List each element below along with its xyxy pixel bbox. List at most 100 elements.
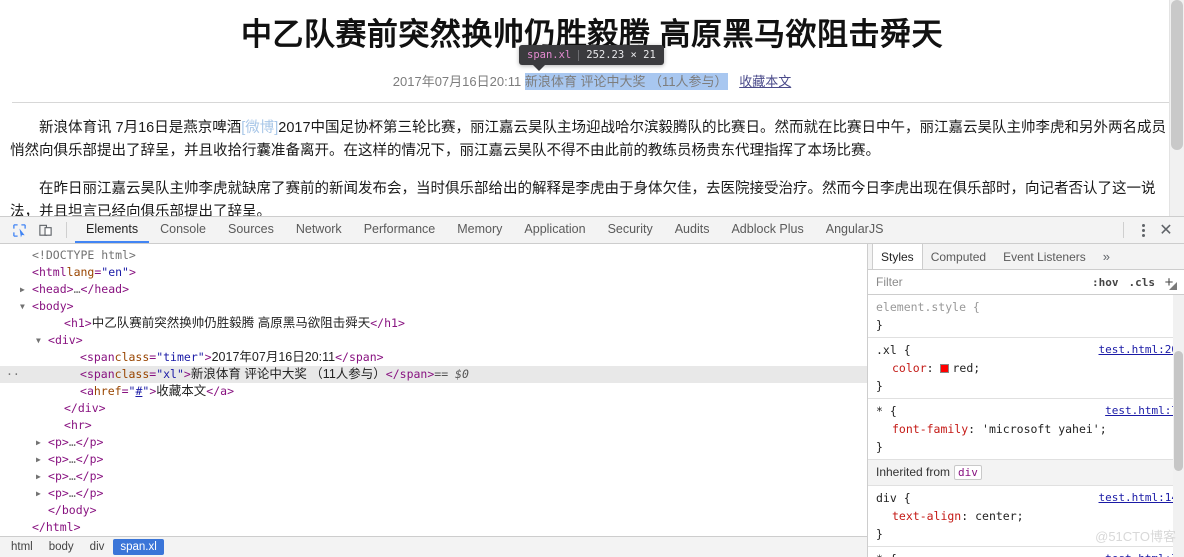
tab-application[interactable]: Application bbox=[513, 217, 596, 243]
dom-token-punct: > bbox=[61, 435, 69, 449]
inspect-element-icon[interactable] bbox=[6, 218, 32, 242]
styles-rules-list[interactable]: element.style {} .xl { test.html:20 color: … bbox=[868, 295, 1184, 557]
inherited-label: Inherited from bbox=[876, 465, 951, 479]
dom-tree-row[interactable]: ··</div> bbox=[0, 400, 867, 417]
chevron-right-icon[interactable]: ▶ bbox=[36, 485, 46, 502]
article-body: 新浪体育讯 7月16日是燕京啤酒[微博]2017中国足协杯第三轮比赛，丽江嘉云昊… bbox=[0, 117, 1184, 216]
style-rule-2[interactable]: * {test.html:7 font-family: 'microsoft ya… bbox=[868, 399, 1184, 460]
style-rule-1[interactable]: .xl {test.html:20 color: red;} bbox=[868, 338, 1184, 399]
style-rule-source-link[interactable]: test.html:7 bbox=[1105, 550, 1178, 557]
style-rule-source-link[interactable]: test.html:14 bbox=[1099, 489, 1178, 507]
styles-scrollbar[interactable] bbox=[1173, 295, 1184, 557]
tab-security[interactable]: Security bbox=[597, 217, 664, 243]
tab-audits[interactable]: Audits bbox=[664, 217, 721, 243]
style-rule-selector[interactable]: div { bbox=[876, 489, 911, 507]
page-scrollbar-thumb[interactable] bbox=[1171, 0, 1183, 150]
style-rule-source-link[interactable]: test.html:20 bbox=[1099, 341, 1178, 359]
declaration-value[interactable]: center; bbox=[975, 509, 1023, 523]
chevron-down-icon[interactable]: ▼ bbox=[20, 298, 30, 315]
dom-token-punct: </ bbox=[80, 282, 95, 296]
breadcrumb-item-body[interactable]: body bbox=[42, 539, 81, 555]
tab-sources[interactable]: Sources bbox=[217, 217, 285, 243]
dom-tree-row[interactable]: ··<hr> bbox=[0, 417, 867, 434]
color-swatch-icon[interactable] bbox=[940, 364, 950, 373]
tab-network[interactable]: Network bbox=[285, 217, 353, 243]
chevron-right-icon[interactable]: ▶ bbox=[36, 468, 46, 485]
style-declaration[interactable]: font-family: 'microsoft yahei'; bbox=[876, 420, 1184, 438]
tab-event-listeners[interactable]: Event Listeners bbox=[995, 244, 1095, 269]
dom-tree-row[interactable]: ··<span class="timer">2017年07月16日20:11</… bbox=[0, 349, 867, 366]
breadcrumb-item-div[interactable]: div bbox=[83, 539, 112, 555]
more-options-icon[interactable] bbox=[1132, 219, 1154, 241]
declaration-property[interactable]: font-family bbox=[892, 422, 968, 436]
article-divider bbox=[12, 101, 1172, 103]
dom-tree[interactable]: ··<!DOCTYPE html>··<html lang="en">··▶<h… bbox=[0, 244, 867, 536]
cls-toggle-button[interactable]: .cls bbox=[1124, 275, 1161, 290]
chevron-right-icon[interactable]: ▶ bbox=[36, 434, 46, 451]
inspector-tooltip: span.xl 252.23 × 21 bbox=[519, 45, 664, 71]
inherited-from-element[interactable]: div bbox=[954, 465, 982, 480]
chevron-down-icon[interactable]: ▼ bbox=[36, 332, 46, 349]
dom-tree-row[interactable]: ··<!DOCTYPE html> bbox=[0, 247, 867, 264]
dom-tree-row[interactable]: ··<h1>中乙队赛前突然换帅仍胜毅腾 高原黑马欲阻击舜天</h1> bbox=[0, 315, 867, 332]
style-rule-selector[interactable]: .xl { bbox=[876, 341, 911, 359]
declaration-property[interactable]: text-align bbox=[892, 509, 961, 523]
style-rule-selector[interactable]: * { bbox=[876, 550, 897, 557]
breadcrumb-item-span-xl[interactable]: span.xl bbox=[113, 539, 164, 555]
dom-tree-row[interactable]: ··<a href="#">收藏本文</a> bbox=[0, 383, 867, 400]
style-rule-inherited-1[interactable]: * { test.html:7 bbox=[868, 547, 1184, 557]
styles-filter-row: :hov .cls + bbox=[868, 270, 1184, 295]
styles-sidebar: Styles Computed Event Listeners » :hov .… bbox=[868, 244, 1184, 557]
tab-console[interactable]: Console bbox=[149, 217, 217, 243]
tab-memory[interactable]: Memory bbox=[446, 217, 513, 243]
dom-tree-row[interactable]: ··</body> bbox=[0, 502, 867, 519]
article-source-highlighted[interactable]: 新浪体育 评论中大奖 （11人参与） bbox=[524, 72, 728, 90]
style-rule-source-link[interactable]: test.html:7 bbox=[1105, 402, 1178, 420]
dom-tree-row[interactable]: ··</html> bbox=[0, 519, 867, 536]
dom-token-tag: body bbox=[61, 503, 90, 517]
tab-elements[interactable]: Elements bbox=[75, 217, 150, 243]
tab-performance[interactable]: Performance bbox=[353, 217, 447, 243]
declaration-property[interactable]: color bbox=[892, 361, 927, 375]
style-rule-selector[interactable]: * { bbox=[876, 402, 897, 420]
tab-adblock-plus[interactable]: Adblock Plus bbox=[720, 217, 814, 243]
dom-tree-row[interactable]: ··<html lang="en"> bbox=[0, 264, 867, 281]
page-scrollbar[interactable] bbox=[1169, 0, 1184, 216]
dom-tree-row[interactable]: ··▶<p>…</p> bbox=[0, 434, 867, 451]
style-rule-0[interactable]: element.style {} bbox=[868, 295, 1184, 338]
dom-token-punct: > bbox=[183, 367, 191, 381]
styles-scrollbar-thumb[interactable] bbox=[1174, 351, 1183, 471]
style-rule-header: * { test.html:7 bbox=[876, 402, 1184, 420]
dom-tree-row[interactable]: ··▶<head>…</head> bbox=[0, 281, 867, 298]
close-icon[interactable]: ✕ bbox=[1154, 219, 1178, 241]
declaration-value[interactable]: red; bbox=[952, 361, 980, 375]
chevron-right-icon[interactable]: ▶ bbox=[20, 281, 30, 298]
dom-tree-row[interactable]: ·· < span class = "xl" > 新浪体育 评论中大奖 （11人参与） </s… bbox=[0, 366, 867, 383]
device-toolbar-icon[interactable] bbox=[32, 218, 58, 242]
dom-token-attr: href bbox=[93, 384, 122, 398]
style-rule-inherited-0[interactable]: div {test.html:14 text-align: center;} bbox=[868, 486, 1184, 547]
bookmark-article-link[interactable]: 收藏本文 bbox=[739, 74, 791, 89]
dom-tree-row[interactable]: ··▶<p>…</p> bbox=[0, 485, 867, 502]
tab-styles[interactable]: Styles bbox=[872, 244, 923, 269]
chevron-right-icon[interactable]: ▶ bbox=[36, 451, 46, 468]
dom-tree-row[interactable]: ··▼<div> bbox=[0, 332, 867, 349]
breadcrumb-item-html[interactable]: html bbox=[4, 539, 40, 555]
new-style-rule-button[interactable]: + bbox=[1160, 273, 1178, 291]
tab-angularjs[interactable]: AngularJS bbox=[815, 217, 895, 243]
declaration-value[interactable]: 'microsoft yahei'; bbox=[982, 422, 1107, 436]
style-rule-selector[interactable]: element.style { bbox=[876, 298, 980, 316]
dom-token-tag: p bbox=[54, 469, 62, 483]
hov-toggle-button[interactable]: :hov bbox=[1087, 275, 1124, 290]
declaration-colon: : bbox=[968, 422, 983, 436]
styles-filter-input[interactable] bbox=[874, 274, 1087, 290]
weibo-inline-link[interactable]: [微博] bbox=[241, 120, 278, 136]
dom-tree-row[interactable]: ··▶<p>…</p> bbox=[0, 451, 867, 468]
tab-computed[interactable]: Computed bbox=[923, 244, 995, 269]
style-declaration[interactable]: color: red; bbox=[876, 359, 1184, 377]
dom-tree-row[interactable]: ··▼<body> bbox=[0, 298, 867, 315]
chevron-more-icon[interactable]: » bbox=[1095, 244, 1118, 269]
style-declaration[interactable]: text-align: center; bbox=[876, 507, 1184, 525]
dom-token-txt: 中乙队赛前突然换帅仍胜毅腾 高原黑马欲阻击舜天 bbox=[91, 316, 371, 330]
dom-tree-row[interactable]: ··▶<p>…</p> bbox=[0, 468, 867, 485]
